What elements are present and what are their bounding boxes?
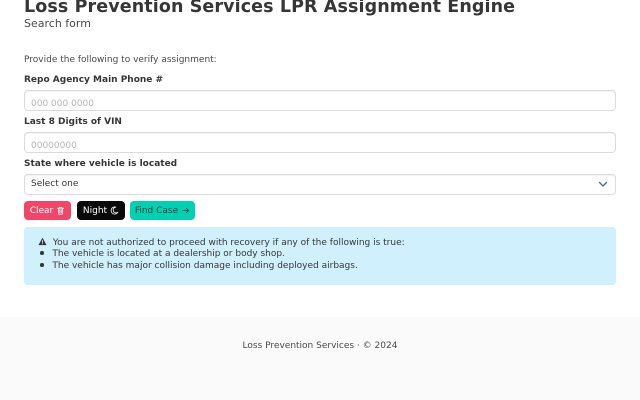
notice-item-text: The vehicle has major collision damage i… <box>52 261 358 271</box>
page-subtitle: Search form <box>24 17 91 30</box>
arrow-right-icon <box>182 207 190 214</box>
phone-label: Repo Agency Main Phone # <box>24 75 164 85</box>
phone-input[interactable] <box>25 94 601 114</box>
warning-triangle-icon <box>38 237 47 246</box>
phone-field-wrapper <box>24 90 616 114</box>
find-case-button[interactable]: Find Case <box>130 201 195 220</box>
chevron-down-icon <box>598 181 608 187</box>
notice-item-text: The vehicle is located at a dealership o… <box>52 249 285 259</box>
find-case-button-label: Find Case <box>134 205 179 216</box>
authorization-notice: You are not authorized to proceed with r… <box>24 227 616 285</box>
notice-heading: You are not authorized to proceed with r… <box>52 238 405 248</box>
state-select-value: Select one <box>31 179 79 189</box>
page-footer: Loss Prevention Services · © 2024 <box>0 317 640 400</box>
vin-input[interactable] <box>25 136 601 156</box>
page-title: Loss Prevention Services LPR Assignment … <box>24 0 516 17</box>
clear-button[interactable]: Clear <box>24 201 71 220</box>
night-button-label: Night <box>82 205 108 216</box>
vin-field-wrapper <box>24 132 616 156</box>
moon-icon <box>110 206 119 215</box>
bullet-icon <box>40 263 44 267</box>
clear-button-label: Clear <box>29 205 54 216</box>
bullet-icon <box>40 251 44 255</box>
form-intro: Provide the following to verify assignme… <box>24 55 217 65</box>
notice-item: The vehicle has major collision damage i… <box>38 261 358 271</box>
notice-item: The vehicle is located at a dealership o… <box>38 249 285 259</box>
night-button[interactable]: Night <box>77 201 125 220</box>
vin-label: Last 8 Digits of VIN <box>24 117 122 127</box>
footer-text: Loss Prevention Services · © 2024 <box>242 341 398 351</box>
notice-heading-line: You are not authorized to proceed with r… <box>38 237 405 248</box>
trash-icon <box>57 206 65 215</box>
state-select[interactable]: Select one <box>24 174 616 195</box>
state-label: State where vehicle is located <box>24 159 178 169</box>
